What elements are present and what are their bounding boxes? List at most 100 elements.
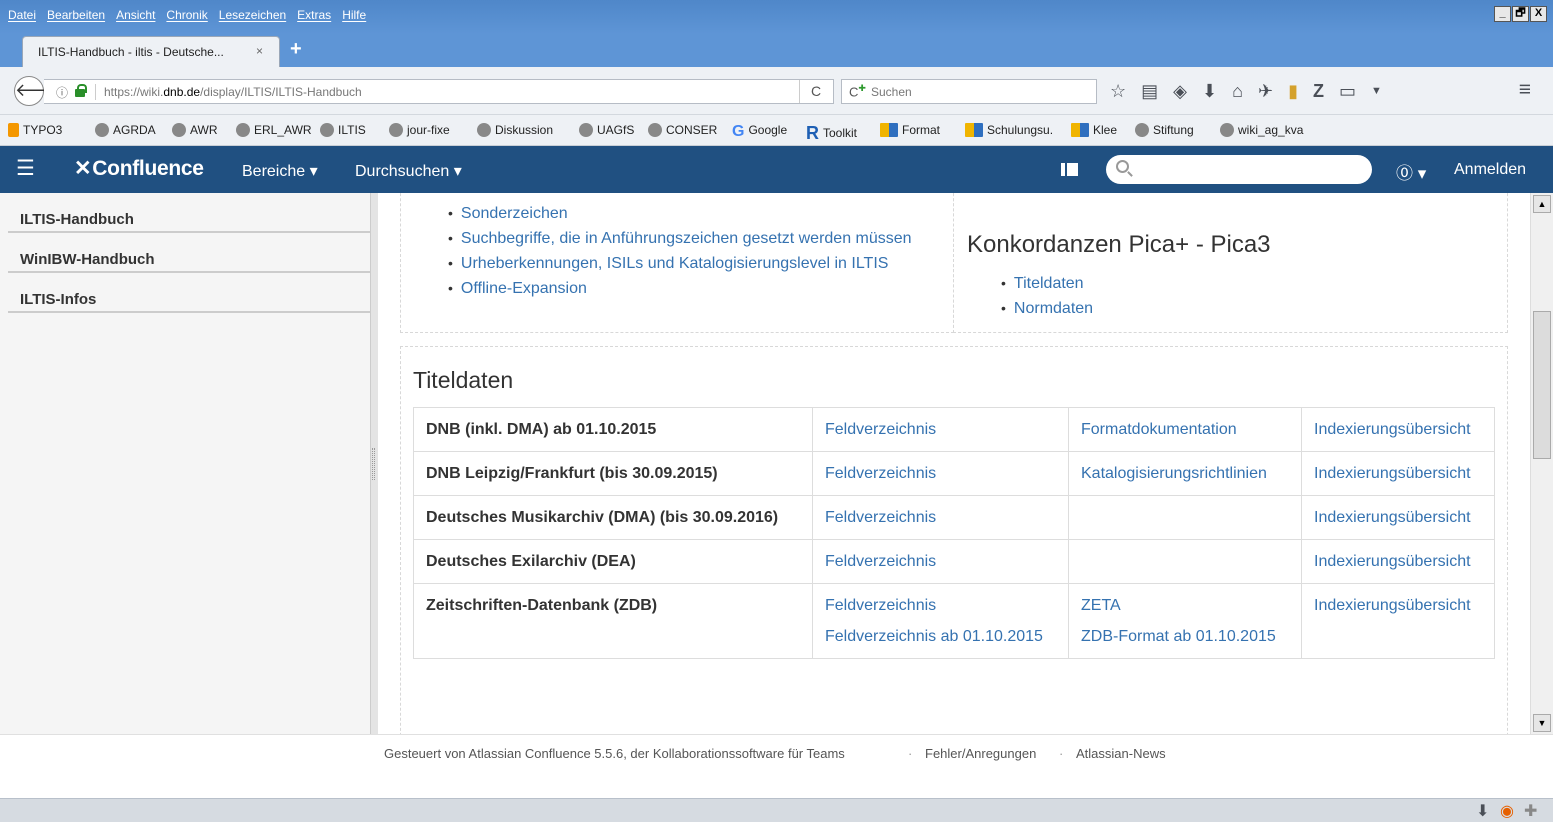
feedback-link[interactable]: Fehler/Anregungen bbox=[925, 746, 1036, 761]
login-link[interactable]: Anmelden bbox=[1454, 161, 1526, 179]
zotero-icon[interactable]: Z bbox=[1313, 80, 1324, 102]
maximize-button[interactable]: 🗗 bbox=[1512, 6, 1529, 22]
page-icon[interactable]: ▭ bbox=[1339, 80, 1356, 102]
chevron-down-icon[interactable]: ▼ bbox=[1371, 80, 1382, 102]
indexierung-link[interactable]: Indexierungsübersicht bbox=[1314, 594, 1482, 617]
zeta-link[interactable]: ZETA bbox=[1081, 594, 1289, 617]
vertical-scrollbar[interactable]: ▲ ▼ bbox=[1530, 193, 1553, 734]
menu-bearbeiten[interactable]: Bearbeiten bbox=[47, 8, 105, 22]
globe-icon bbox=[172, 123, 186, 137]
list-item[interactable]: Sonderzeichen bbox=[448, 201, 912, 226]
feldverzeichnis-link[interactable]: Feldverzeichnis bbox=[825, 594, 1056, 617]
menu-extras[interactable]: Extras bbox=[297, 8, 331, 22]
bookmark-item[interactable]: jour-fixe bbox=[389, 123, 450, 137]
tab-strip: ILTIS-Handbuch - iltis - Deutsche... × + bbox=[0, 34, 1553, 67]
info-icon[interactable]: ⓘ bbox=[56, 84, 68, 101]
bookmark-item[interactable]: Format bbox=[880, 123, 940, 137]
bookmark-item[interactable]: Schulungsu. bbox=[965, 123, 1053, 137]
sidebar-item-label: ILTIS-Infos bbox=[20, 291, 97, 308]
indexierung-link[interactable]: Indexierungsübersicht bbox=[1314, 462, 1482, 485]
bookmark-extension-icon[interactable]: ▮ bbox=[1288, 80, 1298, 102]
bookmark-item[interactable]: UAGfS bbox=[579, 123, 634, 137]
star-icon[interactable]: ☆ bbox=[1110, 80, 1126, 102]
spaces-menu[interactable]: Bereiche ▾ bbox=[242, 161, 318, 181]
hamburger-menu-icon[interactable]: ≡ bbox=[1519, 78, 1531, 102]
formatdokumentation-link[interactable]: Formatdokumentation bbox=[1081, 418, 1289, 441]
list-item[interactable]: Suchbegriffe, die in Anführungszeichen g… bbox=[448, 226, 912, 251]
bookmark-item[interactable]: R Toolkit bbox=[806, 123, 857, 144]
menu-lesezeichen[interactable]: Lesezeichen bbox=[219, 8, 286, 22]
table-row: Zeitschriften-Datenbank (ZDB) Feldverzei… bbox=[413, 583, 1495, 659]
titeldaten-table: DNB (inkl. DMA) ab 01.10.2015 Feldverzei… bbox=[413, 407, 1495, 659]
bookmark-item[interactable]: ERL_AWR bbox=[236, 123, 312, 137]
sidebar-item-iltis-infos[interactable]: ILTIS-Infos bbox=[8, 273, 370, 313]
reload-icon[interactable]: C bbox=[799, 80, 832, 103]
bookmark-item[interactable]: wiki_ag_kva bbox=[1220, 123, 1303, 137]
bookmark-item[interactable]: G Google bbox=[732, 123, 787, 141]
indexierung-link[interactable]: Indexierungsübersicht bbox=[1314, 550, 1482, 573]
url-bar[interactable]: ⓘ https://wiki.dnb.de/display/ILTIS/ILTI… bbox=[44, 79, 834, 104]
bookmark-item[interactable]: AWR bbox=[172, 123, 218, 137]
row-name: Deutsches Exilarchiv (DEA) bbox=[413, 539, 813, 584]
list-item[interactable]: Offline-Expansion bbox=[448, 276, 912, 301]
bookmarks-library-icon[interactable]: ▤ bbox=[1141, 80, 1158, 102]
katalogisierungsrichtlinien-link[interactable]: Katalogisierungsrichtlinien bbox=[1081, 462, 1289, 485]
url-text[interactable]: https://wiki.dnb.de/display/ILTIS/ILTIS-… bbox=[104, 85, 362, 99]
cell-links: Indexierungsübersicht bbox=[1301, 451, 1495, 496]
send-icon[interactable]: ✈ bbox=[1258, 80, 1273, 102]
list-item[interactable]: Titeldaten bbox=[1001, 271, 1093, 296]
download-icon[interactable]: ⬇ bbox=[1202, 80, 1217, 102]
feldverzeichnis-2015-link[interactable]: Feldverzeichnis ab 01.10.2015 bbox=[825, 625, 1056, 648]
menu-ansicht[interactable]: Ansicht bbox=[116, 8, 155, 22]
menu-hilfe[interactable]: Hilfe bbox=[342, 8, 366, 22]
browser-search-input[interactable]: C✚ Suchen bbox=[841, 79, 1097, 104]
app-switcher-icon[interactable]: ☰ bbox=[16, 156, 35, 181]
bookmark-item[interactable]: AGRDA bbox=[95, 123, 156, 137]
home-icon[interactable]: ⌂ bbox=[1232, 80, 1243, 102]
new-tab-button[interactable]: + bbox=[290, 38, 302, 61]
confluence-search-input[interactable] bbox=[1106, 155, 1372, 184]
feldverzeichnis-link[interactable]: Feldverzeichnis bbox=[825, 462, 1056, 485]
sidebar-item-iltis-handbuch[interactable]: ILTIS-Handbuch bbox=[8, 193, 370, 233]
atlassian-news-link[interactable]: Atlassian-News bbox=[1076, 746, 1166, 761]
pocket-icon[interactable]: ◈ bbox=[1173, 80, 1187, 102]
feldverzeichnis-link[interactable]: Feldverzeichnis bbox=[825, 550, 1056, 573]
zdb-format-link[interactable]: ZDB-Format ab 01.10.2015 bbox=[1081, 625, 1289, 648]
scroll-up-icon[interactable]: ▲ bbox=[1533, 195, 1551, 213]
browser-tab-active[interactable]: ILTIS-Handbuch - iltis - Deutsche... × bbox=[22, 36, 280, 67]
sidebar-toggle-icon[interactable] bbox=[1061, 163, 1078, 176]
back-button[interactable]: 🡐 bbox=[14, 76, 63, 106]
search-engine-icon[interactable]: C✚ bbox=[849, 83, 866, 99]
close-window-button[interactable]: X bbox=[1530, 6, 1547, 22]
help-menu[interactable]: ⓪ ▾ bbox=[1396, 159, 1426, 184]
download-status-icon[interactable]: ⬇ bbox=[1476, 801, 1489, 821]
bookmark-item[interactable]: Klee bbox=[1071, 123, 1117, 137]
feldverzeichnis-link[interactable]: Feldverzeichnis bbox=[825, 506, 1056, 529]
main-content: Sonderzeichen Suchbegriffe, die in Anfüh… bbox=[378, 193, 1530, 734]
confluence-logo[interactable]: ✕Confluence bbox=[74, 156, 204, 181]
lock-icon[interactable] bbox=[74, 84, 87, 97]
minimize-button[interactable]: _ bbox=[1494, 6, 1511, 22]
plus-icon[interactable]: ✚ bbox=[1524, 801, 1537, 821]
scroll-down-icon[interactable]: ▼ bbox=[1533, 714, 1551, 732]
bookmark-item[interactable]: Diskussion bbox=[477, 123, 553, 137]
scrollbar-thumb[interactable] bbox=[1533, 311, 1551, 459]
menu-datei[interactable]: Datei bbox=[8, 8, 36, 22]
globe-icon bbox=[1135, 123, 1149, 137]
browse-menu[interactable]: Durchsuchen ▾ bbox=[355, 161, 462, 181]
menu-chronik[interactable]: Chronik bbox=[166, 8, 207, 22]
bookmark-item[interactable]: ILTIS bbox=[320, 123, 366, 137]
sidebar-item-winibw-handbuch[interactable]: WinIBW-Handbuch bbox=[8, 233, 370, 273]
sidebar-resize-handle[interactable] bbox=[370, 193, 378, 734]
indexierung-link[interactable]: Indexierungsübersicht bbox=[1314, 418, 1482, 441]
firefox-icon[interactable]: ◉ bbox=[1500, 801, 1514, 821]
bookmark-item[interactable]: Stiftung bbox=[1135, 123, 1194, 137]
bookmark-item[interactable]: CONSER bbox=[648, 123, 717, 137]
feldverzeichnis-link[interactable]: Feldverzeichnis bbox=[825, 418, 1056, 441]
indexierung-link[interactable]: Indexierungsübersicht bbox=[1314, 506, 1482, 529]
tab-close-icon[interactable]: × bbox=[256, 44, 263, 58]
list-item[interactable]: Urheberkennungen, ISILs und Katalogisier… bbox=[448, 251, 912, 276]
row-name: Zeitschriften-Datenbank (ZDB) bbox=[413, 583, 813, 659]
bookmark-item[interactable]: TYPO3 bbox=[8, 123, 62, 137]
list-item[interactable]: Normdaten bbox=[1001, 296, 1093, 321]
